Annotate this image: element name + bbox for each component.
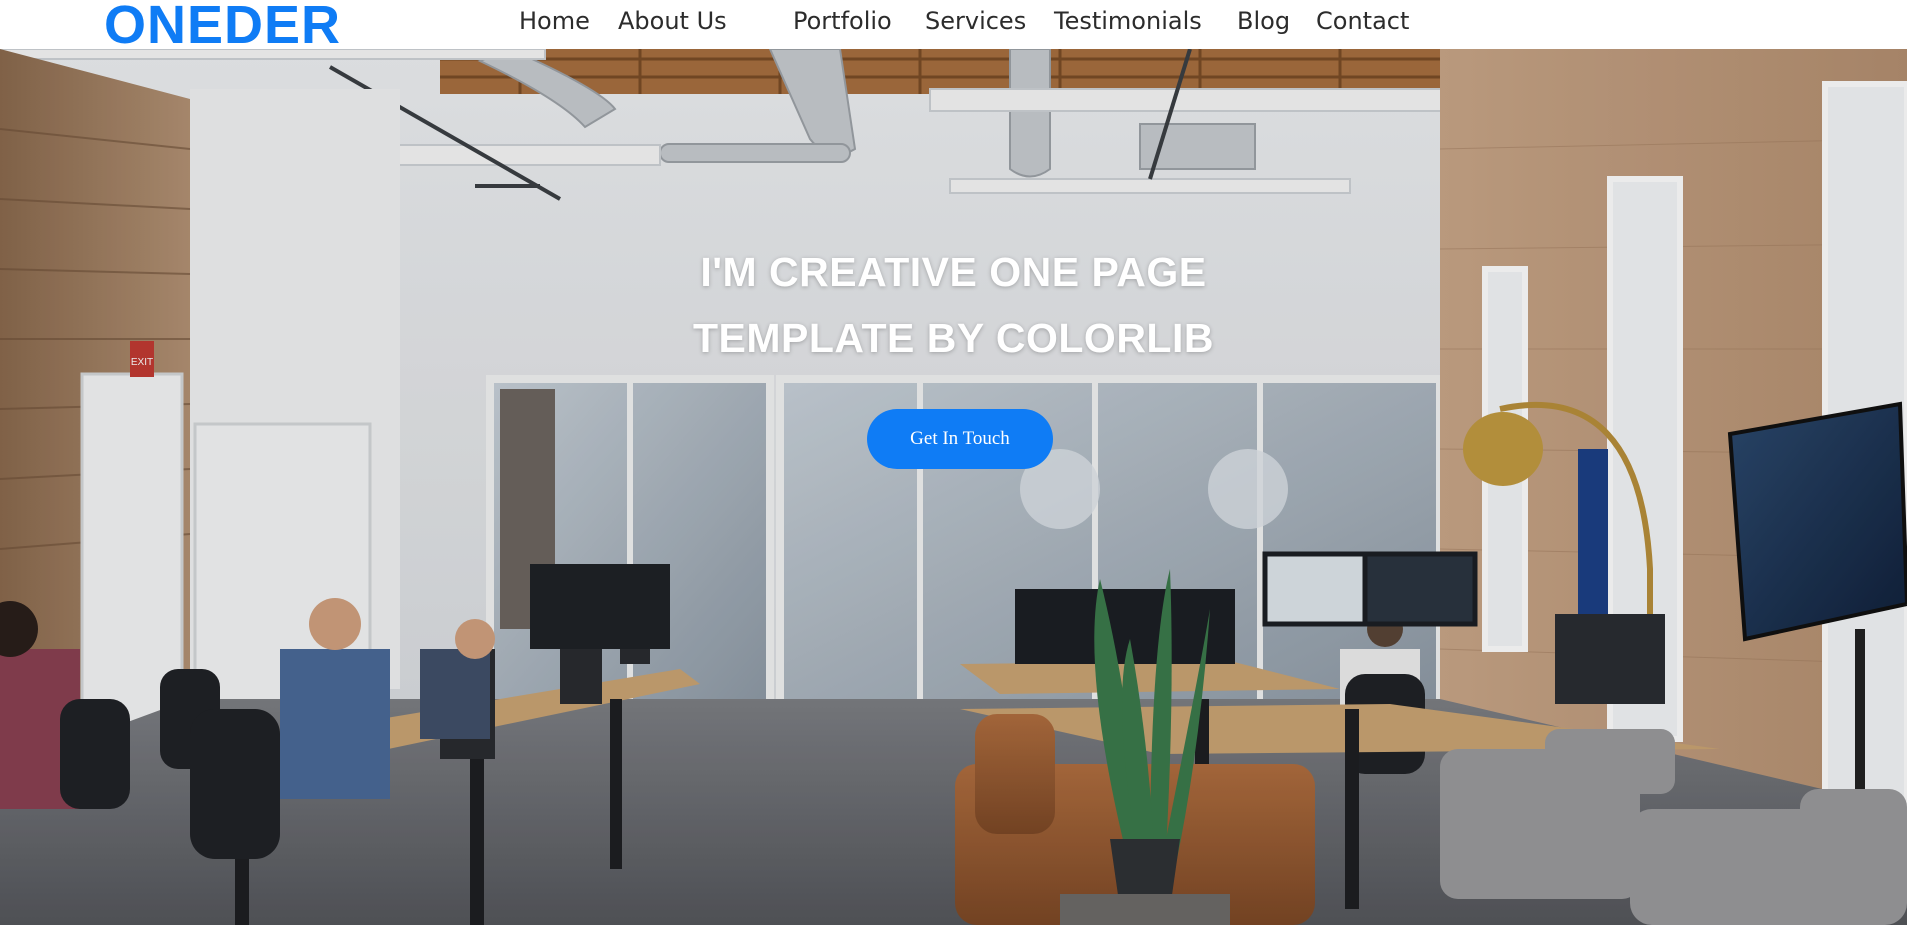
hero-title-line-2: TEMPLATE BY COLORLIB [693, 315, 1214, 361]
hero-title-line-1: I'M CREATIVE ONE PAGE [700, 249, 1207, 295]
nav-link-services[interactable]: Services [925, 6, 1026, 36]
nav-link-contact[interactable]: Contact [1316, 6, 1409, 36]
nav-link-testimonials[interactable]: Testimonials [1054, 6, 1202, 36]
logo[interactable]: ONEDER [104, 0, 341, 54]
navbar: ONEDER Home About Us Portfolio Services … [0, 0, 1907, 54]
get-in-touch-button[interactable]: Get In Touch [867, 409, 1053, 469]
nav-link-about-us[interactable]: About Us [618, 6, 727, 36]
nav-link-portfolio[interactable]: Portfolio [793, 6, 892, 36]
hero-overlay [0, 49, 1907, 925]
nav-link-home[interactable]: Home [519, 6, 590, 36]
nav-link-blog[interactable]: Blog [1237, 6, 1290, 36]
hero-section: EXIT I'M CREATIVE ONE PAGE TEMPLATE BY C… [0, 49, 1907, 925]
